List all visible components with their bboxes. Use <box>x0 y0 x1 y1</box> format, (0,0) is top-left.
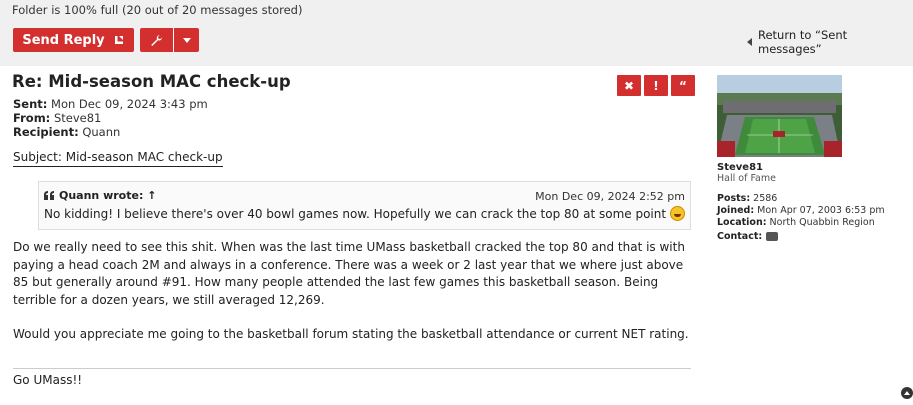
location-value: North Quabbin Region <box>769 217 875 228</box>
profile-joined: Joined: Mon Apr 07, 2003 6:53 pm <box>717 205 907 217</box>
post-title: Re: Mid-season MAC check-up <box>12 72 291 91</box>
send-reply-label: Send Reply <box>22 32 105 48</box>
quote-date: Mon Dec 09, 2024 2:52 pm <box>535 190 685 203</box>
quote-text: No kidding! I believe there's over 40 bo… <box>44 206 667 221</box>
quote-header: Quann wrote: ↑ <box>44 189 156 202</box>
chevron-left-icon <box>747 38 752 46</box>
quote-text-row: No kidding! I believe there's over 40 bo… <box>44 206 686 221</box>
chevron-down-icon[interactable] <box>174 28 199 52</box>
sent-label: Sent: <box>13 97 48 111</box>
avatar <box>717 75 842 157</box>
profile-posts: Posts: 2586 <box>717 193 907 205</box>
post-actions: ✖ ! “ <box>617 75 695 96</box>
reply-arrow-icon <box>114 36 123 44</box>
recipient-value[interactable]: Quann <box>82 125 120 139</box>
tools-dropdown-button[interactable] <box>140 28 199 52</box>
quote-author[interactable]: Quann wrote: ↑ <box>59 189 156 202</box>
laughing-emoji-icon <box>670 206 686 221</box>
body-paragraph: Do we really need to see this shit. When… <box>13 240 685 307</box>
from-label: From: <box>13 111 51 125</box>
quote-button[interactable]: “ <box>671 75 695 96</box>
profile-location: Location: North Quabbin Region <box>717 217 907 229</box>
sent-value: Mon Dec 09, 2024 3:43 pm <box>51 97 208 111</box>
return-link[interactable]: Return to “Sent messages” <box>747 28 913 56</box>
contact-label: Contact: <box>717 231 763 242</box>
profile-rank: Hall of Fame <box>717 173 776 184</box>
top-bar: Folder is 100% full (20 out of 20 messag… <box>0 0 913 66</box>
author-profile: Steve81 Hall of Fame Posts: 2586 Joined:… <box>717 75 907 243</box>
body-paragraph: Would you appreciate me going to the bas… <box>13 327 689 341</box>
joined-label: Joined: <box>717 205 755 216</box>
message-meta: Sent: Mon Dec 09, 2024 3:43 pm From: Ste… <box>13 97 208 139</box>
scroll-to-top-icon[interactable] <box>901 387 913 399</box>
send-reply-button[interactable]: Send Reply <box>13 28 134 52</box>
recipient-label: Recipient: <box>13 125 79 139</box>
chat-bubble-icon[interactable] <box>766 232 779 241</box>
joined-value: Mon Apr 07, 2003 6:53 pm <box>757 205 885 216</box>
posts-label: Posts: <box>717 193 751 204</box>
profile-contact: Contact: <box>717 231 907 243</box>
return-link-label: Return to “Sent messages” <box>758 28 848 56</box>
report-button[interactable]: ! <box>644 75 668 96</box>
from-value[interactable]: Steve81 <box>54 111 101 125</box>
quote-block: Quann wrote: ↑ Mon Dec 09, 2024 2:52 pm … <box>38 181 691 230</box>
profile-username[interactable]: Steve81 <box>717 162 907 173</box>
quote-icon <box>44 191 54 200</box>
wrench-icon[interactable] <box>140 28 174 52</box>
post-body: Do we really need to see this shit. When… <box>13 239 693 361</box>
message-subject: Subject: Mid-season MAC check-up <box>13 150 223 167</box>
delete-button[interactable]: ✖ <box>617 75 641 96</box>
location-label: Location: <box>717 217 767 228</box>
folder-status: Folder is 100% full (20 out of 20 messag… <box>12 3 303 17</box>
posts-value[interactable]: 2586 <box>753 193 777 204</box>
signature-divider <box>13 368 691 369</box>
signature: Go UMass!! <box>13 373 83 387</box>
